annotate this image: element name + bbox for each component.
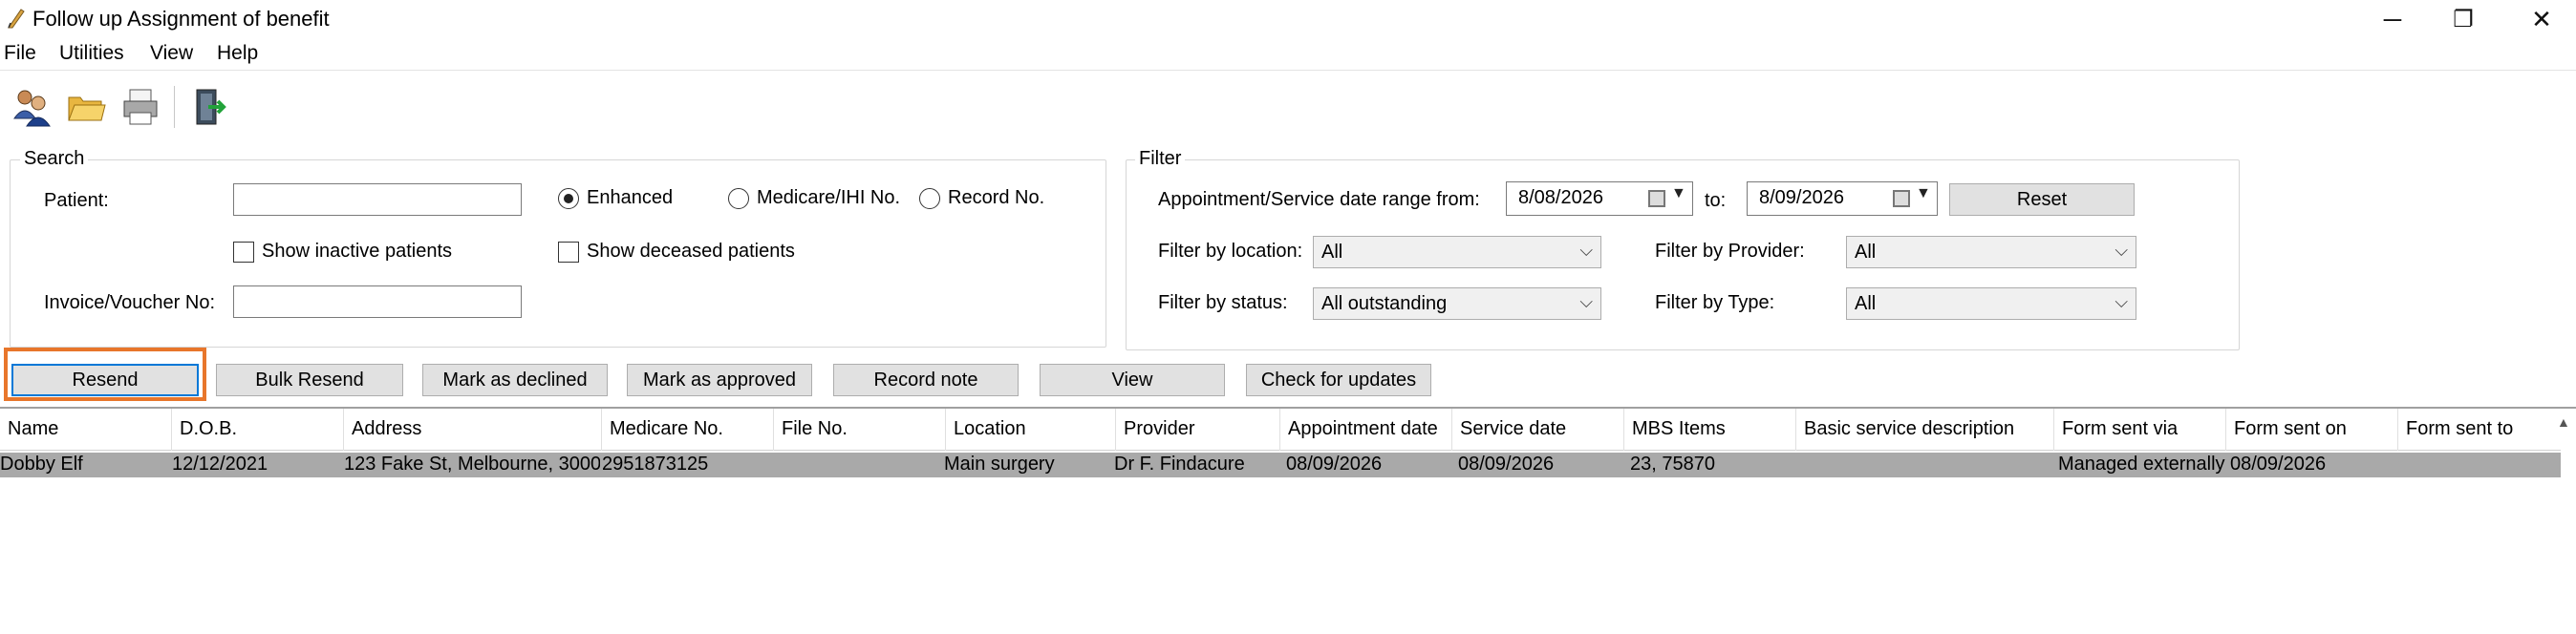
table-row[interactable]: Dobby Elf 12/12/2021 123 Fake St, Melbou…: [0, 453, 2561, 477]
column-header[interactable]: Basic service description: [1796, 409, 2054, 451]
resend-button[interactable]: Resend: [11, 364, 199, 396]
title-bar: Follow up Assignment of benefit ─ ❐ ✕: [0, 0, 2576, 38]
provider-filter-label: Filter by Provider:: [1655, 241, 1805, 262]
cell-service-date: 08/09/2026: [1458, 454, 1555, 475]
show-deceased-checkbox[interactable]: [558, 242, 579, 263]
column-header[interactable]: File No.: [774, 409, 946, 451]
patient-input[interactable]: [233, 183, 522, 216]
invoice-input[interactable]: [233, 285, 522, 318]
location-filter-label: Filter by location:: [1158, 241, 1303, 262]
column-header[interactable]: Name: [0, 409, 172, 451]
column-header[interactable]: MBS Items: [1624, 409, 1796, 451]
record-note-button[interactable]: Record note: [833, 364, 1019, 396]
maximize-button[interactable]: ❐: [2435, 0, 2492, 38]
medicare-ihi-radio[interactable]: [728, 188, 749, 209]
record-no-radio-label: Record No.: [948, 187, 1045, 208]
print-icon[interactable]: [118, 86, 161, 128]
cell-name: Dobby Elf: [0, 454, 83, 475]
chevron-down-icon: ▼: [1916, 185, 1931, 201]
column-header[interactable]: Form sent via: [2054, 409, 2226, 451]
cell-form-sent-on: 08/09/2026: [2230, 454, 2327, 475]
type-filter-select[interactable]: All ⌵: [1846, 287, 2136, 320]
medicare-ihi-radio-label: Medicare/IHI No.: [757, 187, 901, 208]
to-label: to:: [1705, 190, 1727, 211]
cell-provider: Dr F. Findacure: [1114, 454, 1245, 475]
column-header[interactable]: Form sent on: [2226, 409, 2398, 451]
column-header[interactable]: Provider: [1116, 409, 1280, 451]
open-folder-icon[interactable]: [65, 86, 107, 128]
search-group-title: Search: [20, 148, 89, 170]
exit-door-icon[interactable]: [187, 86, 229, 128]
status-filter-select[interactable]: All outstanding ⌵: [1313, 287, 1601, 320]
column-header[interactable]: Address: [344, 409, 602, 451]
to-date-value: 8/09/2026: [1759, 187, 1844, 208]
mark-approved-button[interactable]: Mark as approved: [627, 364, 812, 396]
patients-icon[interactable]: [11, 86, 54, 128]
quill-pen-icon: [8, 9, 25, 29]
patient-label: Patient:: [44, 190, 109, 211]
cell-service-description: [1802, 453, 2054, 477]
record-no-radio[interactable]: [919, 188, 940, 209]
menu-utilities[interactable]: Utilities: [59, 42, 124, 65]
from-date-picker[interactable]: 8/08/2026 ▼: [1506, 181, 1693, 216]
toolbar-separator: [174, 86, 175, 128]
calendar-icon: [1648, 190, 1665, 207]
cell-address: 123 Fake St, Melbourne, 3000.: [344, 454, 600, 475]
show-deceased-label: Show deceased patients: [587, 241, 795, 262]
from-date-value: 8/08/2026: [1518, 187, 1603, 208]
menu-view[interactable]: View: [150, 42, 193, 65]
enhanced-radio-label: Enhanced: [587, 187, 674, 208]
toolbar: [0, 71, 2576, 137]
to-date-picker[interactable]: 8/09/2026 ▼: [1747, 181, 1938, 216]
filter-group-title: Filter: [1135, 148, 1186, 170]
cell-form-sent-via: Managed externally: [2058, 454, 2225, 475]
show-inactive-label: Show inactive patients: [262, 241, 453, 262]
status-filter-value: All outstanding: [1321, 293, 1448, 314]
check-updates-button[interactable]: Check for updates: [1246, 364, 1431, 396]
scroll-up-icon[interactable]: ▲: [2557, 414, 2570, 430]
mark-declined-button[interactable]: Mark as declined: [422, 364, 608, 396]
grid-header: Name D.O.B. Address Medicare No. File No…: [0, 409, 2561, 451]
provider-filter-select[interactable]: All ⌵: [1846, 236, 2136, 268]
menu-help[interactable]: Help: [217, 42, 258, 65]
enhanced-radio[interactable]: [558, 188, 579, 209]
type-filter-label: Filter by Type:: [1655, 292, 1775, 313]
reset-button[interactable]: Reset: [1949, 183, 2135, 216]
bulk-resend-button[interactable]: Bulk Resend: [216, 364, 403, 396]
cell-form-sent-to: [2402, 453, 2561, 477]
close-button[interactable]: ✕: [2513, 0, 2570, 38]
cell-file-no: [774, 453, 942, 477]
window-title: Follow up Assignment of benefit: [32, 7, 330, 31]
chevron-down-icon: ▼: [1671, 185, 1686, 201]
column-header[interactable]: Medicare No.: [602, 409, 774, 451]
invoice-label: Invoice/Voucher No:: [44, 292, 215, 313]
column-header[interactable]: Form sent to: [2398, 409, 2561, 451]
cell-appointment-date: 08/09/2026: [1286, 454, 1383, 475]
menu-bar: File Utilities View Help: [0, 40, 2576, 69]
menu-file[interactable]: File: [4, 42, 36, 65]
cell-dob: 12/12/2021: [172, 454, 268, 475]
calendar-icon: [1893, 190, 1910, 207]
show-inactive-checkbox[interactable]: [233, 242, 254, 263]
chevron-down-icon: ⌵: [2114, 292, 2128, 311]
cell-location: Main surgery: [944, 454, 1055, 475]
status-filter-label: Filter by status:: [1158, 292, 1288, 313]
cell-medicare-no: 2951873125: [602, 454, 709, 475]
column-header[interactable]: Service date: [1452, 409, 1624, 451]
chevron-down-icon: ⌵: [1579, 292, 1593, 311]
chevron-down-icon: ⌵: [2114, 241, 2128, 260]
location-filter-select[interactable]: All ⌵: [1313, 236, 1601, 268]
minimize-button[interactable]: ─: [2364, 0, 2421, 38]
chevron-down-icon: ⌵: [1579, 241, 1593, 260]
date-range-label: Appointment/Service date range from:: [1158, 189, 1480, 210]
provider-filter-value: All: [1855, 242, 1877, 263]
column-header[interactable]: Appointment date: [1280, 409, 1452, 451]
view-button[interactable]: View: [1040, 364, 1225, 396]
column-header[interactable]: D.O.B.: [172, 409, 344, 451]
location-filter-value: All: [1321, 242, 1343, 263]
column-header[interactable]: Location: [946, 409, 1116, 451]
cell-mbs-items: 23, 75870: [1630, 454, 1715, 475]
type-filter-value: All: [1855, 293, 1877, 314]
